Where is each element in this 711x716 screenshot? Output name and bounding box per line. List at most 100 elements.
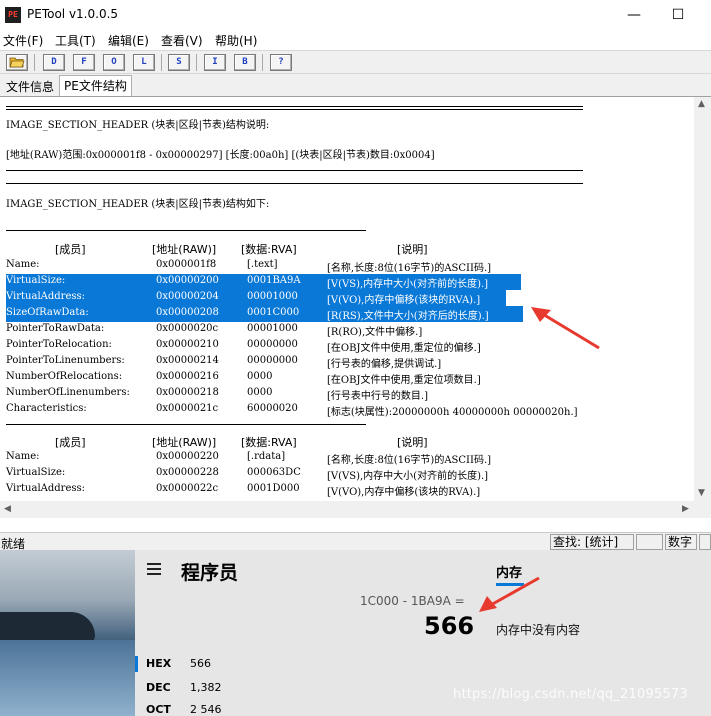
member-address: 0x00000218 [156, 387, 219, 398]
menu-file[interactable]: 文件(F) [3, 32, 43, 49]
member-name: NumberOfLinenumbers: [6, 387, 130, 398]
member-name: PointerToRawData: [6, 323, 105, 334]
member-address: 0x0000020c [156, 323, 219, 334]
member-data: 000063DC [247, 467, 301, 478]
member-description: [R(RO),文件中偏移.] [327, 327, 423, 338]
member-address: 0x00000220 [156, 451, 219, 462]
member-description: [行号表的偏移,提供调试.] [327, 359, 442, 370]
member-name: VirtualSize: [6, 275, 66, 286]
member-description: [名称,长度:8位(16字节)的ASCII码.] [327, 455, 492, 466]
toolbar-button-l[interactable]: L [133, 54, 155, 71]
watermark: https://blog.csdn.net/qq_21095573 [453, 687, 688, 702]
title-bar: PE PETool v1.0.0.5 — ☐ [0, 0, 711, 30]
column-header-description: [说明] [397, 436, 428, 449]
vertical-scrollbar[interactable]: ▲ ▼ [694, 97, 711, 501]
divider [6, 109, 583, 110]
member-description: [V(VO),内存中偏移(该块的RVA).] [327, 295, 481, 306]
maximize-button[interactable]: ☐ [656, 2, 700, 28]
open-file-button[interactable] [6, 54, 28, 71]
pe-structure-view: IMAGE_SECTION_HEADER (块表|区段|节表)结构说明: [地址… [0, 96, 711, 518]
toolbar-separator [161, 54, 162, 71]
member-address: 0x0000021c [156, 403, 219, 414]
toolbar-button-help[interactable]: ? [270, 54, 292, 71]
toolbar-button-b[interactable]: B [234, 54, 256, 71]
member-address: 0x00000216 [156, 371, 219, 382]
member-address: 0x000001f8 [156, 259, 217, 270]
toolbar-button-s[interactable]: S [168, 54, 190, 71]
member-data: 0000 [247, 371, 273, 382]
toolbar-separator [34, 54, 35, 71]
annotation-arrow-icon [479, 576, 540, 612]
member-address: 0x00000200 [156, 275, 219, 286]
hamburger-menu-icon[interactable] [147, 563, 161, 578]
base-label-oct[interactable]: OCT [146, 703, 171, 716]
scroll-right-icon[interactable]: ▶ [682, 504, 689, 514]
menu-tools[interactable]: 工具(T) [55, 32, 96, 49]
calculator-mode-title: 程序员 [181, 562, 239, 584]
column-header-data: [数据:RVA] [241, 436, 297, 449]
menu-view[interactable]: 查看(V) [161, 32, 203, 49]
scroll-left-icon[interactable]: ◀ [4, 504, 11, 514]
address-range-line: [地址(RAW)范围:0x000001f8 - 0x00000297] [长度:… [6, 150, 435, 161]
member-name: PointerToLinenumbers: [6, 355, 125, 366]
toolbar-button-f[interactable]: F [73, 54, 95, 71]
tab-pe-structure[interactable]: PE文件结构 [59, 75, 132, 96]
window-title: PETool v1.0.0.5 [27, 7, 119, 21]
column-header-description: [说明] [397, 243, 428, 256]
member-data: 60000020 [247, 403, 298, 414]
member-name: NumberOfRelocations: [6, 371, 123, 382]
toolbar-button-i[interactable]: I [204, 54, 226, 71]
base-label-dec[interactable]: DEC [146, 681, 171, 694]
member-name: SizeOfRawData: [6, 307, 89, 318]
base-value-hex: 566 [190, 657, 211, 670]
scroll-up-icon[interactable]: ▲ [698, 99, 705, 109]
column-header-data: [数据:RVA] [241, 243, 297, 256]
toolbar-separator [196, 54, 197, 71]
calculator-window: 程序员 内存 1C000 - 1BA9A = 566 内存中没有内容 HEX 5… [0, 550, 711, 716]
base-value-oct: 2 546 [190, 703, 222, 716]
menu-help[interactable]: 帮助(H) [215, 32, 257, 49]
member-data: 0001D000 [247, 483, 300, 494]
divider [6, 170, 583, 171]
tab-file-info[interactable]: 文件信息 [2, 77, 58, 96]
member-description: [V(VS),内存中大小(对齐前的长度).] [327, 279, 489, 290]
selected-base-indicator [135, 656, 138, 672]
member-description: [V(VS),内存中大小(对齐前的长度).] [327, 471, 489, 482]
member-address: 0x00000204 [156, 291, 219, 302]
member-name: PointerToRelocation: [6, 339, 112, 350]
member-data: 0001C000 [247, 307, 300, 318]
menu-bar: 文件(F) 工具(T) 编辑(E) 查看(V) 帮助(H) [0, 30, 711, 50]
column-header-member: [成员] [55, 243, 86, 256]
member-description: [标志(块属性):20000000h 40000000h 00000020h.] [327, 407, 578, 418]
minimize-button[interactable]: — [612, 2, 656, 28]
status-find: 查找: [统计] [550, 534, 634, 550]
horizontal-scrollbar[interactable]: ◀ ▶ [0, 501, 694, 518]
member-data: 00000000 [247, 339, 298, 350]
member-data: [.rdata] [247, 451, 286, 462]
toolbar-button-d[interactable]: D [43, 54, 65, 71]
calculator-result: 566 [424, 612, 475, 640]
member-description: [在OBJ文件中使用,重定位的偏移.] [327, 343, 481, 354]
member-data: 0001BA9A [247, 275, 301, 286]
toolbar-button-o[interactable]: O [103, 54, 125, 71]
background-photo [0, 550, 135, 716]
section-description-title: IMAGE_SECTION_HEADER (块表|区段|节表)结构说明: [6, 120, 270, 131]
column-header-member: [成员] [55, 436, 86, 449]
scroll-down-icon[interactable]: ▼ [698, 488, 705, 498]
member-name: Characteristics: [6, 403, 87, 414]
member-name: VirtualAddress: [6, 483, 85, 494]
member-description: [行号表中行号的数目.] [327, 391, 428, 402]
base-label-hex[interactable]: HEX [146, 657, 171, 670]
status-empty-panel [636, 534, 663, 550]
column-header-address: [地址(RAW)] [152, 243, 217, 256]
menu-edit[interactable]: 编辑(E) [108, 32, 149, 49]
divider [6, 106, 583, 107]
divider [6, 424, 366, 425]
member-name: VirtualAddress: [6, 291, 85, 302]
calculator-panel: 程序员 内存 1C000 - 1BA9A = 566 内存中没有内容 HEX 5… [135, 550, 711, 716]
status-num-lock: 数字 [665, 534, 697, 550]
member-address: 0x0000022c [156, 483, 219, 494]
member-data: 0000 [247, 387, 273, 398]
member-address: 0x00000208 [156, 307, 219, 318]
member-description: [R(RS),文件中大小(对齐后的长度).] [327, 311, 489, 322]
